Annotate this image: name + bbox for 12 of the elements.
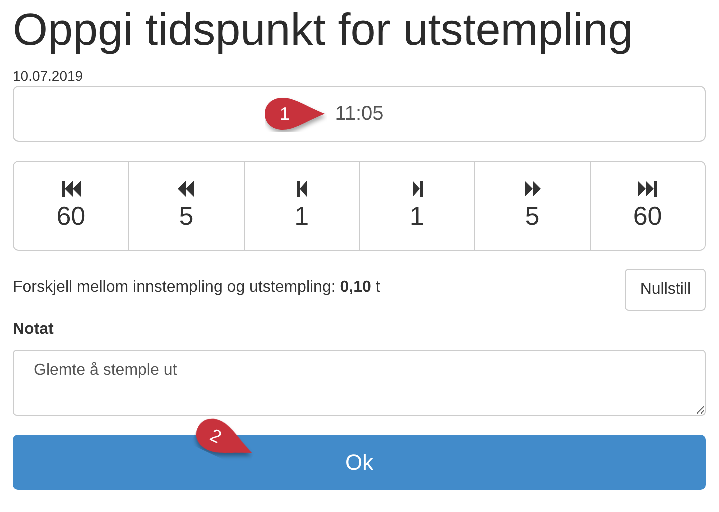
fast-forward-icon <box>522 181 542 197</box>
step-button[interactable]: 60 <box>590 162 705 250</box>
reset-button[interactable]: Nullstill <box>625 269 706 311</box>
note-label: Notat <box>13 321 55 339</box>
note-field[interactable]: Glemte å stemple ut <box>13 350 706 416</box>
date-label: 10.07.2019 <box>13 68 84 84</box>
skip-back-icon <box>62 181 81 197</box>
page-title: Oppgi tidspunkt for utstempling <box>13 4 634 56</box>
difference-text: Forskjell mellom innstempling og utstempling: 0,10 t <box>13 278 380 298</box>
rewind-icon <box>176 181 196 197</box>
skip-forward-icon <box>638 181 658 197</box>
callout-marker: 1 <box>265 96 327 132</box>
